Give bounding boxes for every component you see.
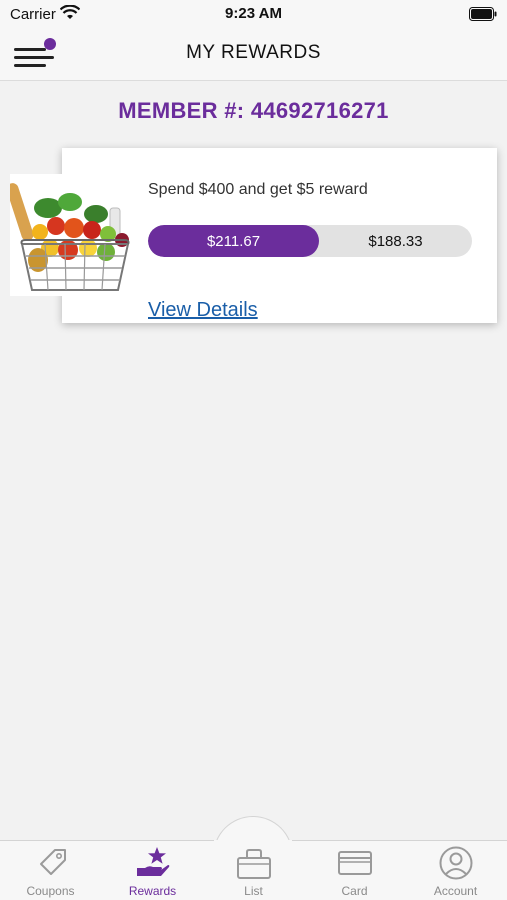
tab-coupons[interactable]: Coupons xyxy=(0,846,101,900)
reward-title: Spend $400 and get $5 reward xyxy=(148,181,368,198)
status-bar: Carrier 9:23 AM xyxy=(0,0,507,28)
tab-coupons-label: Coupons xyxy=(26,884,75,898)
progress-remaining: $188.33 xyxy=(368,232,423,250)
view-details-link[interactable]: View Details xyxy=(148,299,258,322)
battery-icon xyxy=(469,7,497,21)
grocery-basket-image xyxy=(6,174,138,296)
member-number: MEMBER #: 44692716271 xyxy=(118,98,389,123)
card-icon xyxy=(337,851,372,875)
account-icon xyxy=(439,846,472,880)
menu-icon-line xyxy=(14,64,46,67)
basket-icon xyxy=(236,849,271,879)
status-time: 9:23 AM xyxy=(225,5,282,22)
tab-rewards-label: Rewards xyxy=(128,884,177,898)
grocery-basket-icon xyxy=(6,183,130,291)
app-header: MY REWARDS xyxy=(0,28,507,81)
tab-bar-bump-cover xyxy=(214,840,292,843)
tab-account[interactable]: Account xyxy=(405,846,506,900)
tab-card[interactable]: Card xyxy=(304,846,405,900)
tab-rewards[interactable]: Rewards xyxy=(102,846,203,900)
tab-list[interactable]: List xyxy=(203,846,304,900)
tab-account-label: Account xyxy=(433,884,478,898)
tag-icon xyxy=(39,849,66,875)
rewards-icon xyxy=(136,847,169,876)
progress-spent: $211.67 xyxy=(148,225,319,257)
reward-progress-bar: $211.67 $188.33 xyxy=(148,225,472,257)
tab-card-label: Card xyxy=(341,884,368,898)
tab-list-label: List xyxy=(244,884,263,898)
page-title: MY REWARDS xyxy=(186,42,321,63)
